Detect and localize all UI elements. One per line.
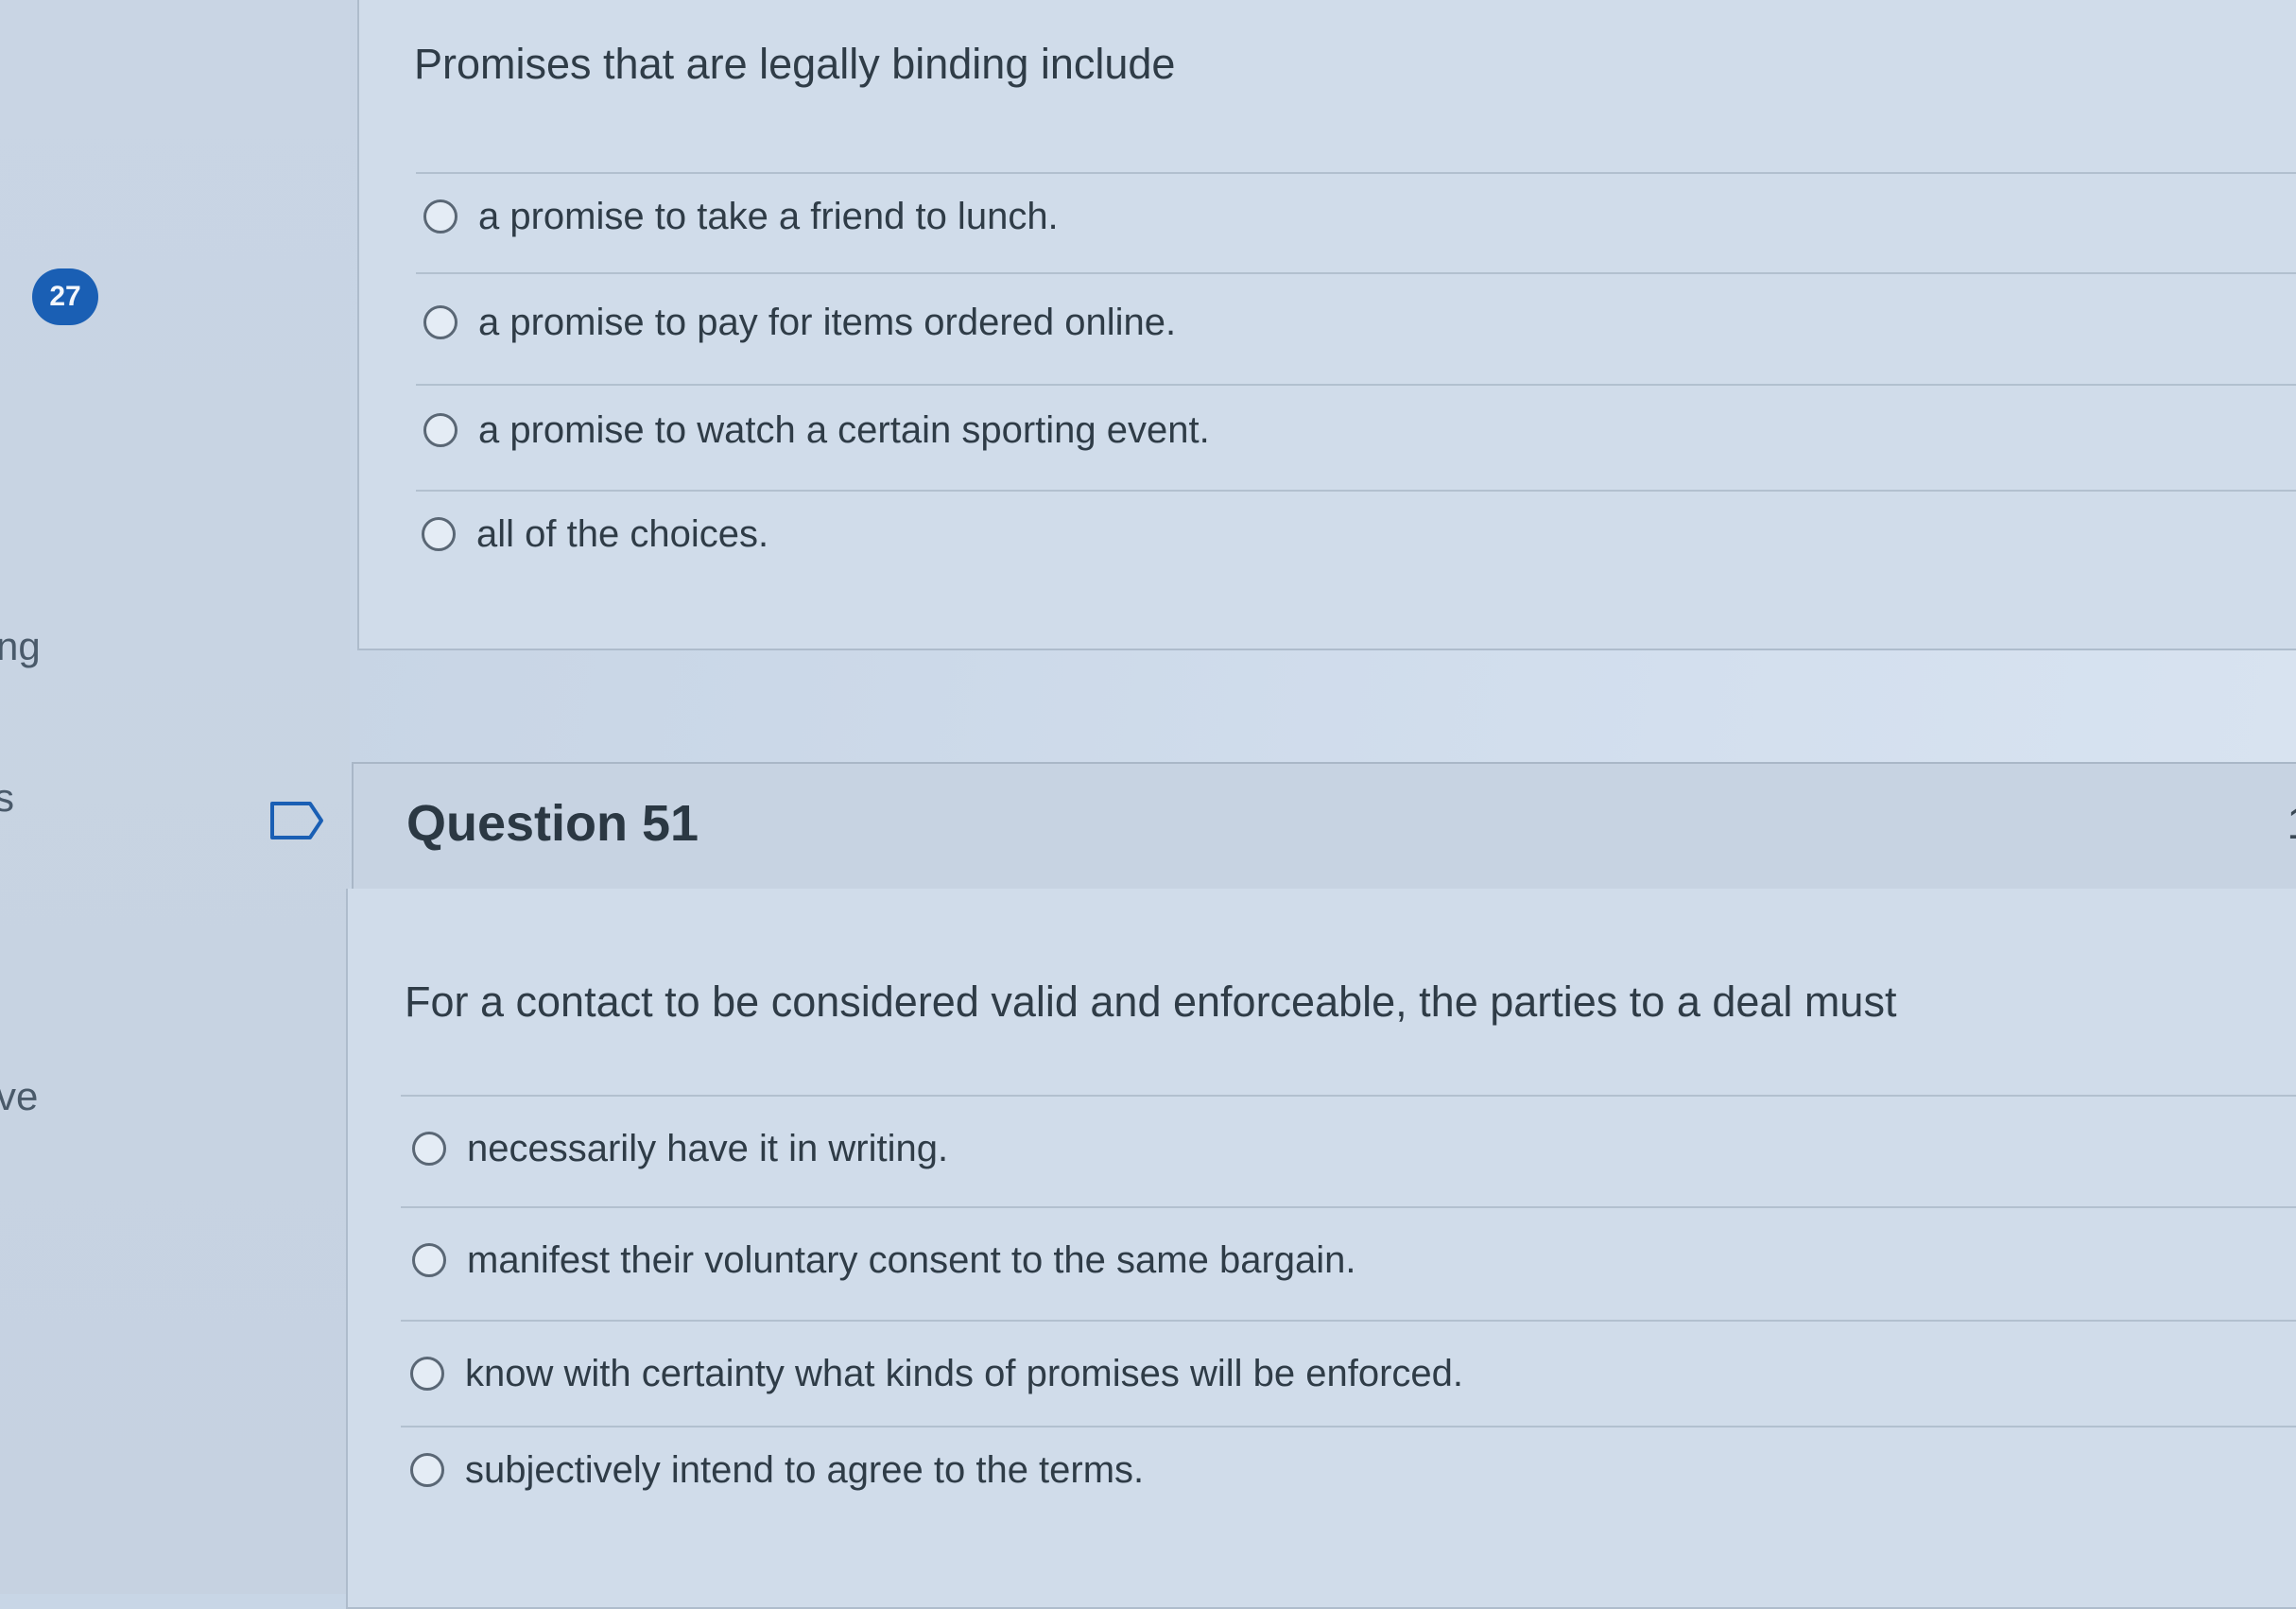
question-prompt: Promises that are legally binding includ… xyxy=(414,40,1176,88)
answer-label[interactable]: a promise to take a friend to lunch. xyxy=(478,196,1059,238)
answer-label[interactable]: manifest their voluntary consent to the … xyxy=(467,1239,1356,1282)
divider xyxy=(401,1320,2296,1322)
radio-unchecked-icon[interactable] xyxy=(422,517,456,551)
question-card-previous: Promises that are legally binding includ… xyxy=(357,0,2296,650)
answer-option[interactable]: a promise to take a friend to lunch. xyxy=(423,183,1059,250)
divider xyxy=(401,1206,2296,1208)
radio-unchecked-icon[interactable] xyxy=(410,1453,444,1487)
answer-option[interactable]: a promise to pay for items ordered onlin… xyxy=(423,289,1176,355)
radio-unchecked-icon[interactable] xyxy=(410,1357,444,1391)
answer-label[interactable]: a promise to watch a certain sporting ev… xyxy=(478,409,1210,452)
question-header: Question 51 1 xyxy=(352,762,2296,892)
sidebar-text-fragment: ve xyxy=(0,1074,39,1118)
answer-option[interactable]: know with certainty what kinds of promis… xyxy=(410,1341,1463,1407)
divider xyxy=(416,384,2296,386)
divider xyxy=(401,1426,2296,1427)
question-number-badge[interactable]: 27 xyxy=(32,268,98,325)
divider xyxy=(416,272,2296,274)
answer-label[interactable]: necessarily have it in writing. xyxy=(467,1128,948,1170)
answer-option[interactable]: manifest their voluntary consent to the … xyxy=(412,1227,1356,1293)
answer-option[interactable]: subjectively intend to agree to the term… xyxy=(410,1437,1144,1503)
question-navigation-sidebar: 27 ng s ve xyxy=(0,0,350,1594)
divider xyxy=(401,1095,2296,1097)
quiz-screen: 27 ng s ve Promises that are legally bin… xyxy=(0,0,2296,1609)
sidebar-text-fragment: ng xyxy=(0,624,41,668)
divider xyxy=(416,172,2296,174)
flag-outline-icon[interactable] xyxy=(268,800,325,841)
radio-unchecked-icon[interactable] xyxy=(423,199,457,234)
radio-unchecked-icon[interactable] xyxy=(423,305,457,339)
answer-label[interactable]: know with certainty what kinds of promis… xyxy=(465,1353,1463,1395)
question-title: Question 51 xyxy=(406,795,699,852)
radio-unchecked-icon[interactable] xyxy=(412,1243,446,1277)
answer-option[interactable]: a promise to watch a certain sporting ev… xyxy=(423,397,1210,463)
answer-label[interactable]: subjectively intend to agree to the term… xyxy=(465,1449,1144,1492)
answer-option[interactable]: all of the choices. xyxy=(422,501,768,567)
radio-unchecked-icon[interactable] xyxy=(412,1132,446,1166)
divider xyxy=(416,490,2296,492)
radio-unchecked-icon[interactable] xyxy=(423,413,457,447)
answer-label[interactable]: a promise to pay for items ordered onlin… xyxy=(478,302,1176,344)
question-card-51: For a contact to be considered valid and… xyxy=(346,889,2296,1609)
sidebar-text-fragment: s xyxy=(0,775,14,820)
answer-label[interactable]: all of the choices. xyxy=(476,513,768,556)
question-points: 1 xyxy=(2287,798,2296,850)
answer-option[interactable]: necessarily have it in writing. xyxy=(412,1116,948,1182)
question-prompt: For a contact to be considered valid and… xyxy=(405,978,1897,1026)
